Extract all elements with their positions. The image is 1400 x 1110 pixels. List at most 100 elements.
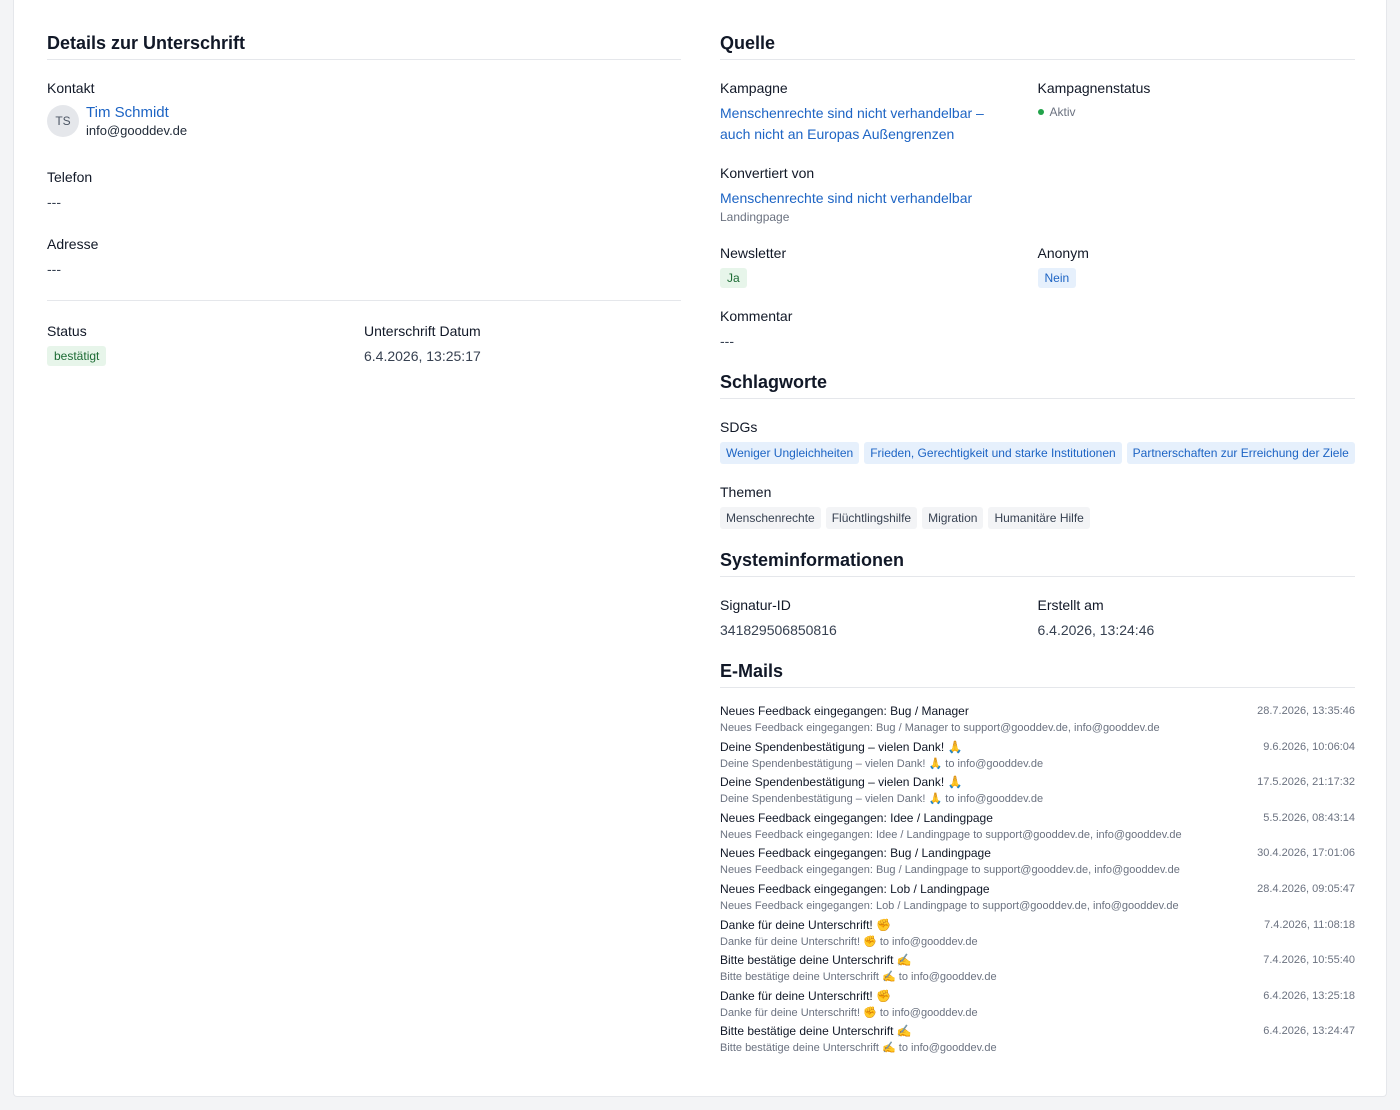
anonymous-label: Anonym [1037,245,1089,261]
email-recipients: Deine Spendenbestätigung – vielen Dank! … [720,793,1044,806]
topics-field: Themen Menschenrechte Flüchtlingshilfe M… [720,482,1355,529]
email-list-item[interactable]: Danke für deine Unterschrift! ✊ 6.4.2026,… [720,987,1355,1023]
email-list-item[interactable]: Danke für deine Unterschrift! ✊ 7.4.2026,… [720,916,1355,952]
email-date: 28.7.2026, 13:35:46 [1257,705,1355,717]
email-recipients: Neues Feedback eingegangen: Bug / Landin… [720,864,1180,877]
topics-label: Themen [720,484,772,500]
email-recipients: Neues Feedback eingegangen: Idee / Landi… [720,828,1182,841]
email-subject: Deine Spendenbestätigung – vielen Dank! … [720,739,963,754]
comment-value: --- [720,333,734,349]
topic-tag: Humanitäre Hilfe [988,507,1090,529]
topic-tag: Menschenrechte [720,507,821,529]
signature-date-value: 6.4.2026, 13:25:17 [364,348,481,364]
email-list-item[interactable]: Neues Feedback eingegangen: Bug / Landin… [720,844,1355,880]
email-list-item[interactable]: Neues Feedback eingegangen: Lob / Landin… [720,880,1355,916]
signature-details-column: Details zur Unterschrift Kontakt TS Tim … [47,30,681,366]
signature-date-label: Unterschrift Datum [364,323,481,339]
campaign-status: Aktiv [1037,103,1356,121]
email-recipients: Deine Spendenbestätigung – vielen Dank! … [720,757,1044,770]
sdg-tag: Weniger Ungleichheiten [720,442,860,464]
signature-id-value: 341829506850816 [720,622,837,638]
converted-from-type: Landingpage [720,210,790,224]
source-title: Quelle [720,30,1355,60]
email-subject: Danke für deine Unterschrift! ✊ [720,988,892,1003]
email-list-item[interactable]: Neues Feedback eingegangen: Bug / Manage… [720,702,1355,738]
status-badge: bestätigt [47,346,107,366]
active-status-dot-icon [1037,109,1044,115]
contact-name-link[interactable]: Tim Schmidt [86,103,187,122]
campaign-status-value: Aktiv [1049,105,1076,119]
address-value: --- [47,261,61,277]
email-date: 7.4.2026, 11:08:18 [1264,918,1355,931]
newsletter-label: Newsletter [720,245,787,261]
converted-from-label: Konvertiert von [720,165,815,181]
email-list-item[interactable]: Bitte bestätige deine Unterschrift ✍️ 7.4… [720,951,1355,987]
sdg-tag: Frieden, Gerechtigkeit und starke Instit… [864,442,1122,464]
email-date: 6.4.2026, 13:25:18 [1263,989,1355,1002]
email-subject: Neues Feedback eingegangen: Idee / Landi… [720,810,993,825]
contact-email: info@gooddev.de [86,123,188,138]
phone-field: Telefon --- [47,167,681,212]
email-subject: Bitte bestätige deine Unterschrift ✍️ [720,953,912,968]
email-subject: Neues Feedback eingegangen: Bug / Landin… [720,846,991,861]
email-list-item[interactable]: Deine Spendenbestätigung – vielen Dank! … [720,738,1355,774]
signature-detail-card: Details zur Unterschrift Kontakt TS Tim … [13,0,1387,1097]
status-label: Status [47,323,87,339]
created-at-value: 6.4.2026, 13:24:46 [1037,622,1155,638]
comment-field: Kommentar --- [720,306,1355,351]
email-list-item[interactable]: Bitte bestätige deine Unterschrift ✍️ 6.4… [720,1022,1355,1058]
email-list-item[interactable]: Deine Spendenbestätigung – vielen Dank! … [720,773,1355,809]
newsletter-badge: Ja [720,268,747,288]
avatar: TS [47,105,79,137]
converted-from-field: Konvertiert von Menschenrechte sind nich… [720,163,1355,225]
email-subject: Deine Spendenbestätigung – vielen Dank! … [720,775,963,790]
campaign-label: Kampagne [720,80,788,96]
sdg-tag: Partnerschaften zur Erreichung der Ziele [1126,442,1355,464]
keywords-title: Schlagworte [720,369,1355,399]
anonymous-field: Anonym Nein [1037,243,1356,288]
email-recipients: Neues Feedback eingegangen: Bug / Manage… [720,722,1160,734]
email-date: 28.4.2026, 09:05:47 [1257,882,1355,895]
email-list-item[interactable]: Neues Feedback eingegangen: Idee / Landi… [720,809,1355,845]
email-subject: Neues Feedback eingegangen: Bug / Manage… [720,704,969,718]
email-subject: Neues Feedback eingegangen: Lob / Landin… [720,881,990,896]
address-label: Adresse [47,236,99,252]
email-date: 17.5.2026, 21:17:32 [1257,776,1355,789]
created-at-label: Erstellt am [1037,597,1104,613]
contact-label: Kontakt [47,80,95,96]
status-date-row: Status bestätigt Unterschrift Datum 6.4.… [47,321,681,366]
email-recipients: Bitte bestätige deine Unterschrift ✍️ to… [720,971,997,984]
topics-tags: Menschenrechte Flüchtlingshilfe Migratio… [720,507,1355,529]
email-recipients: Danke für deine Unterschrift! ✊ to info@… [720,935,978,948]
signature-id-field: Signatur-ID 341829506850816 [720,595,1038,640]
emails-title: E-Mails [720,658,1355,688]
signature-id-label: Signatur-ID [720,597,791,613]
email-date: 30.4.2026, 17:01:06 [1257,847,1355,860]
converted-from-link[interactable]: Menschenrechte sind nicht verhandelbar [720,188,1355,209]
email-date: 9.6.2026, 10:06:04 [1263,740,1355,753]
email-date: 7.4.2026, 10:55:40 [1263,954,1355,967]
sdgs-label: SDGs [720,419,758,435]
system-info-row: Signatur-ID 341829506850816 Erstellt am … [720,595,1355,640]
address-field: Adresse --- [47,234,681,279]
campaign-status-label: Kampagnenstatus [1037,80,1151,96]
anonymous-badge: Nein [1037,268,1077,288]
newsletter-anonymous-row: Newsletter Ja Anonym Nein [720,243,1355,288]
sdgs-tags: Weniger Ungleichheiten Frieden, Gerechti… [720,442,1355,464]
topic-tag: Migration [922,507,984,529]
created-at-field: Erstellt am 6.4.2026, 13:24:46 [1038,595,1356,640]
email-recipients: Bitte bestätige deine Unterschrift ✍️ to… [720,1042,997,1055]
campaign-link[interactable]: Menschenrechte sind nicht verhandelbar –… [720,103,1018,145]
system-info-title: Systeminformationen [720,547,1355,577]
email-list: Neues Feedback eingegangen: Bug / Manage… [720,702,1355,1058]
newsletter-field: Newsletter Ja [720,243,1038,288]
status-field: Status bestätigt [47,321,364,366]
signature-date-field: Unterschrift Datum 6.4.2026, 13:25:17 [364,321,681,366]
divider [47,300,681,301]
email-recipients: Neues Feedback eingegangen: Lob / Landin… [720,899,1179,912]
phone-value: --- [47,194,61,210]
comment-label: Kommentar [720,308,793,324]
contact-card: TS Tim Schmidt info@gooddev.de [47,103,681,139]
email-recipients: Danke für deine Unterschrift! ✊ to info@… [720,1006,978,1019]
email-subject: Bitte bestätige deine Unterschrift ✍️ [720,1024,912,1039]
